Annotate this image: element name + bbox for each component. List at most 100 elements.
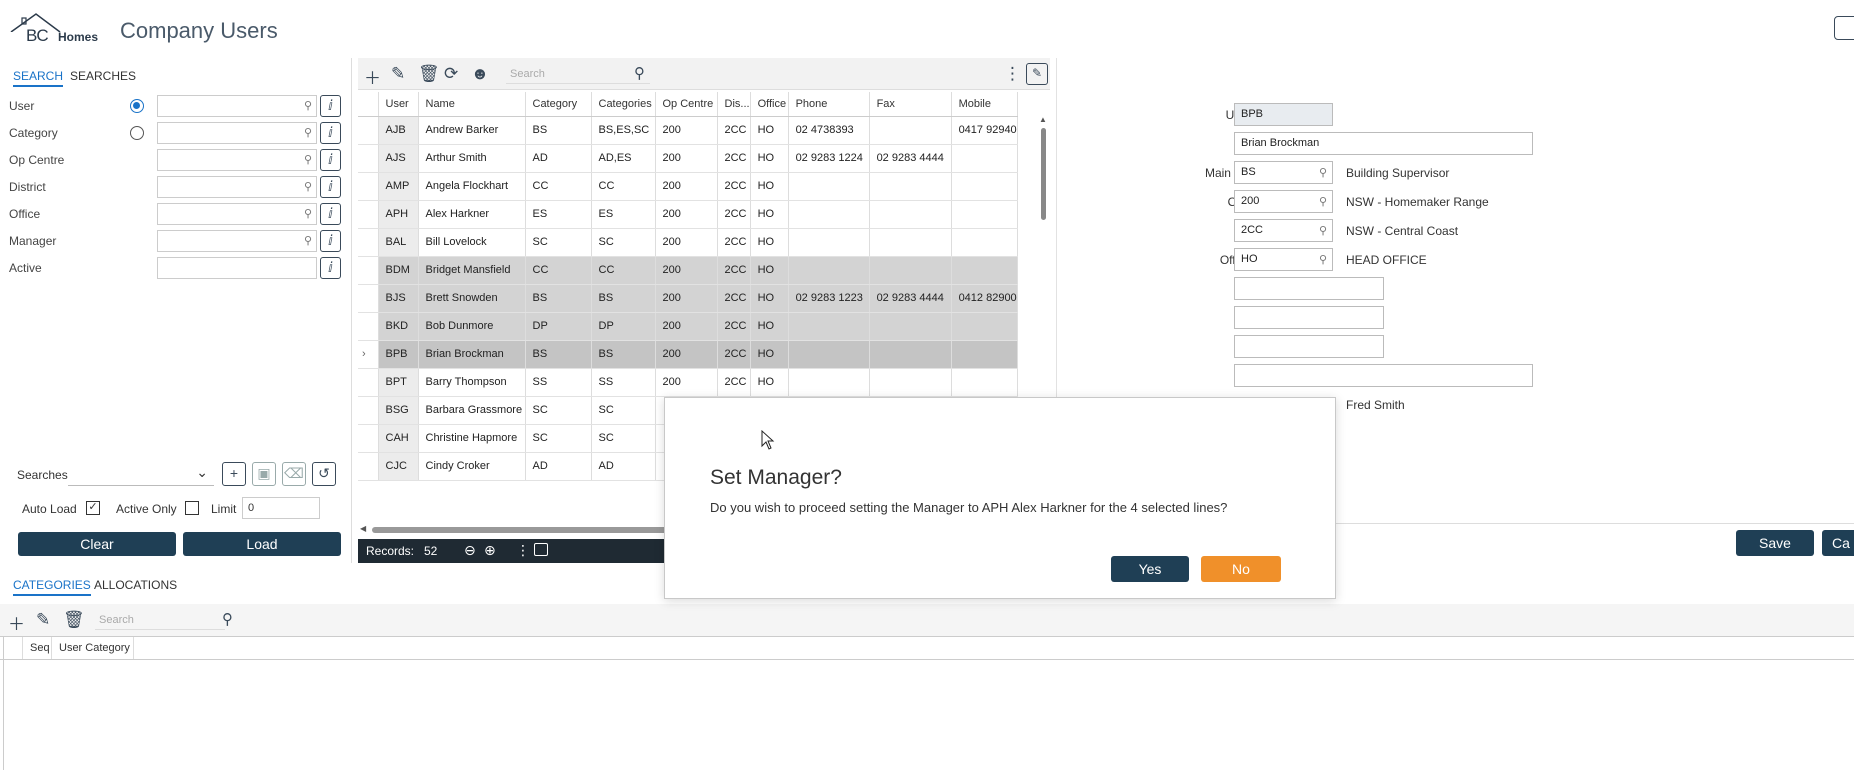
table-cell[interactable]: SC — [591, 228, 656, 257]
column-header[interactable]: Name — [418, 92, 526, 117]
main-category-field[interactable]: BS ⚲ — [1234, 161, 1333, 184]
user-code-field[interactable]: BPB — [1234, 103, 1333, 126]
trash-icon[interactable]: 🗑 — [63, 610, 85, 630]
table-cell[interactable]: HO — [750, 116, 789, 145]
more-vertical-icon[interactable]: ⋮ — [516, 542, 530, 559]
phone-field[interactable] — [1234, 277, 1384, 300]
table-cell[interactable]: 02 9283 1224 — [788, 144, 870, 173]
op-centre-field[interactable]: 200 ⚲ — [1234, 190, 1333, 213]
column-header[interactable]: Dis... — [717, 92, 751, 117]
delete-search-button[interactable]: ⌫ — [282, 462, 306, 486]
categories-search-input[interactable]: Search — [95, 610, 225, 630]
table-cell[interactable]: APH — [378, 200, 419, 229]
table-cell[interactable]: Barry Thompson — [418, 368, 526, 397]
table-cell[interactable]: HO — [750, 256, 789, 285]
table-cell[interactable]: CAH — [378, 424, 419, 453]
table-cell[interactable]: 200 — [655, 228, 718, 257]
table-cell[interactable] — [869, 228, 952, 257]
clear-button[interactable]: Clear — [18, 532, 176, 556]
fax-field[interactable] — [1234, 306, 1384, 329]
tab-categories[interactable]: CATEGORIES — [13, 578, 91, 596]
current-row-chevron-icon[interactable]: › — [358, 340, 379, 369]
table-cell[interactable]: Christine Hapmore — [418, 424, 526, 453]
district-field[interactable]: 2CC ⚲ — [1234, 219, 1333, 242]
table-cell[interactable]: BKD — [378, 312, 419, 341]
table-cell[interactable] — [788, 200, 870, 229]
row-indicator[interactable] — [358, 424, 379, 453]
table-cell[interactable]: HO — [750, 340, 789, 369]
table-row[interactable]: BJS Brett Snowden BS BS 200 2CC HO 02 9283 1223… — [358, 284, 1018, 313]
search-icon[interactable]: ⚲ — [304, 99, 312, 112]
table-cell[interactable]: 0417 92940 — [951, 116, 1018, 145]
table-cell[interactable] — [869, 312, 952, 341]
table-cell[interactable]: 02 9283 1223 — [788, 284, 870, 313]
tab-search[interactable]: SEARCH — [13, 69, 64, 87]
table-cell[interactable]: BS,ES,SC — [591, 116, 656, 145]
table-cell[interactable]: AJS — [378, 144, 419, 173]
trash-icon[interactable]: 🗑 — [418, 64, 440, 84]
active-only-checkbox[interactable] — [185, 501, 199, 515]
zoom-out-icon[interactable]: ⊖ — [464, 542, 476, 559]
text-cursor-icon[interactable]: ⅈ — [320, 122, 341, 144]
table-cell[interactable] — [869, 340, 952, 369]
table-row[interactable]: BPT Barry Thompson SS SS 200 2CC HO — [358, 368, 1018, 397]
row-indicator[interactable] — [358, 256, 379, 285]
table-cell[interactable]: 2CC — [717, 144, 751, 173]
district-filter-input[interactable]: ⚲ — [157, 176, 317, 198]
limit-input[interactable]: 0 — [242, 497, 320, 519]
row-indicator[interactable] — [358, 116, 379, 145]
manager-filter-input[interactable]: ⚲ — [157, 230, 317, 252]
grid-horizontal-scrollbar[interactable] — [372, 527, 672, 533]
reset-search-button[interactable]: ↺ — [312, 462, 336, 486]
no-button[interactable]: No — [1201, 556, 1281, 582]
table-row[interactable]: BAL Bill Lovelock SC SC 200 2CC HO — [358, 228, 1018, 257]
column-header[interactable]: Mobile — [951, 92, 1018, 117]
table-row[interactable]: AJS Arthur Smith AD AD,ES 200 2CC HO 02 9283 12… — [358, 144, 1018, 173]
table-cell[interactable]: BS — [525, 340, 592, 369]
table-cell[interactable]: AD — [525, 452, 592, 481]
layout-toggle-button[interactable] — [1834, 16, 1854, 40]
active-filter-input[interactable] — [157, 257, 317, 279]
table-cell[interactable]: 200 — [655, 284, 718, 313]
table-cell[interactable]: CC — [525, 172, 592, 201]
table-cell[interactable]: 02 9283 4444 — [869, 144, 952, 173]
table-cell[interactable]: BS — [525, 284, 592, 313]
table-cell[interactable]: SC — [591, 396, 656, 425]
table-cell[interactable]: HO — [750, 172, 789, 201]
table-cell[interactable]: Angela Flockhart — [418, 172, 526, 201]
row-indicator[interactable] — [358, 312, 379, 341]
column-header[interactable]: Categories — [591, 92, 656, 117]
search-icon[interactable]: ⚲ — [634, 64, 645, 82]
user-filter-input[interactable]: ⚲ — [157, 95, 317, 117]
table-cell[interactable] — [951, 228, 1018, 257]
column-header[interactable]: Phone — [788, 92, 870, 117]
table-cell[interactable]: CC — [525, 256, 592, 285]
mobile-field[interactable] — [1234, 335, 1384, 358]
table-cell[interactable]: 2CC — [717, 284, 751, 313]
table-cell[interactable]: Bob Dunmore — [418, 312, 526, 341]
table-cell[interactable]: 200 — [655, 200, 718, 229]
search-icon[interactable]: ⚲ — [222, 610, 233, 628]
column-header[interactable]: Op Centre — [655, 92, 718, 117]
add-icon[interactable]: ＋ — [364, 64, 381, 89]
table-cell[interactable]: Andrew Barker — [418, 116, 526, 145]
table-cell[interactable]: 0412 82900 — [951, 284, 1018, 313]
table-cell[interactable]: HO — [750, 200, 789, 229]
table-row[interactable]: AMP Angela Flockhart CC CC 200 2CC HO — [358, 172, 1018, 201]
tab-searches[interactable]: SEARCHES — [70, 69, 136, 83]
tab-allocations[interactable]: ALLOCATIONS — [94, 578, 177, 592]
category-filter-input[interactable]: ⚲ — [157, 122, 317, 144]
table-cell[interactable]: Brian Brockman — [418, 340, 526, 369]
row-indicator[interactable] — [358, 396, 379, 425]
row-indicator[interactable] — [358, 452, 379, 481]
table-cell[interactable]: SS — [525, 368, 592, 397]
table-cell[interactable]: 200 — [655, 312, 718, 341]
table-cell[interactable]: SC — [591, 424, 656, 453]
save-button[interactable]: Save — [1736, 530, 1814, 556]
column-header[interactable]: Office — [750, 92, 789, 117]
search-icon[interactable]: ⚲ — [1319, 163, 1327, 184]
table-cell[interactable]: AD — [591, 452, 656, 481]
panel-toggle-icon[interactable] — [534, 543, 548, 556]
search-icon[interactable]: ⚲ — [304, 126, 312, 139]
grid-search-input[interactable]: Search — [506, 64, 650, 84]
